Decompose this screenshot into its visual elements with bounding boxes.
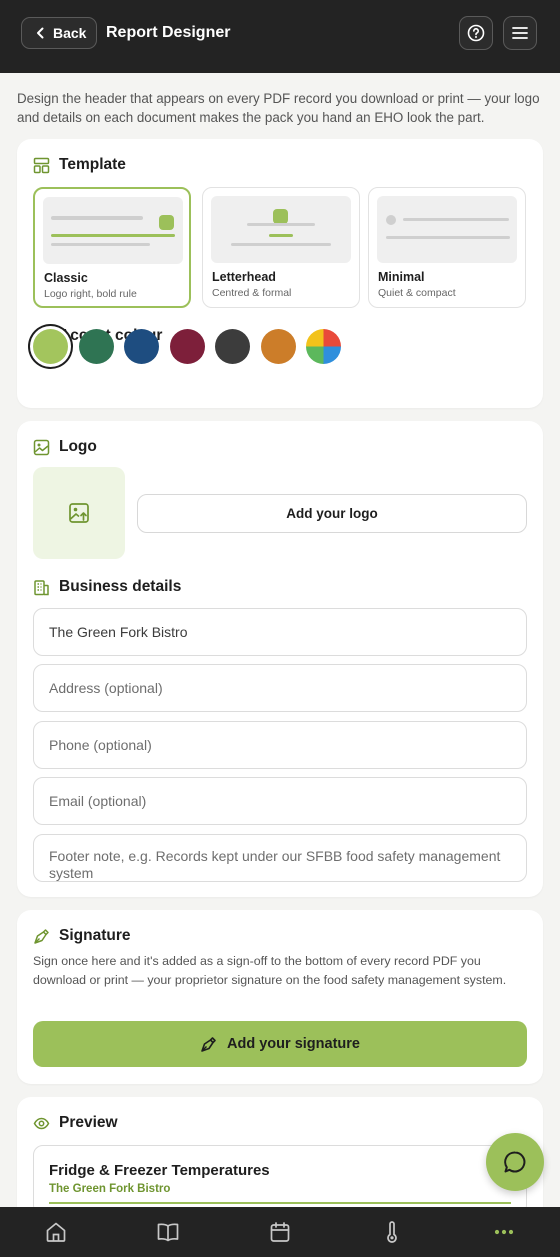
template-desc: Quiet & compact bbox=[378, 287, 456, 299]
help-button[interactable] bbox=[459, 16, 493, 50]
template-thumbnail bbox=[211, 196, 351, 263]
template-thumbnail bbox=[43, 197, 183, 264]
signature-heading-label: Signature bbox=[59, 927, 131, 944]
bottom-nav bbox=[0, 1207, 560, 1257]
page-title: Report Designer bbox=[106, 24, 231, 41]
question-circle-icon bbox=[467, 24, 485, 42]
template-name: Letterhead bbox=[212, 270, 276, 284]
template-name: Minimal bbox=[378, 270, 425, 284]
calendar-icon bbox=[270, 1222, 290, 1242]
template-desc: Centred & formal bbox=[212, 287, 292, 299]
layout-icon bbox=[33, 157, 50, 173]
back-button[interactable]: Back bbox=[21, 17, 97, 49]
building-icon bbox=[34, 579, 49, 595]
nav-more[interactable] bbox=[491, 1219, 517, 1245]
preview-heading-label: Preview bbox=[59, 1114, 118, 1131]
template-desc: Logo right, bold rule bbox=[44, 288, 137, 300]
branding-card: Logo Add your logo Business details The … bbox=[17, 421, 543, 897]
preview-heading: Preview bbox=[33, 1114, 118, 1132]
nav-home[interactable] bbox=[43, 1219, 69, 1245]
top-bar: Back Report Designer bbox=[0, 0, 560, 73]
template-option-classic[interactable]: Classic Logo right, bold rule bbox=[33, 187, 191, 308]
logo-placeholder[interactable] bbox=[33, 467, 125, 559]
swatch-burgundy[interactable] bbox=[170, 329, 205, 364]
swatch-dark-green[interactable] bbox=[79, 329, 114, 364]
intro-text: Design the header that appears on every … bbox=[17, 91, 540, 125]
swatch-orange[interactable] bbox=[261, 329, 296, 364]
chat-fab-button[interactable] bbox=[486, 1133, 544, 1191]
swatch-custom-multicolor[interactable] bbox=[306, 329, 341, 364]
template-name: Classic bbox=[44, 271, 88, 285]
business-heading: Business details bbox=[33, 578, 181, 596]
signature-card: Signature Sign once here and it's added … bbox=[17, 910, 543, 1084]
swatch-charcoal[interactable] bbox=[215, 329, 250, 364]
footer-note-input[interactable]: Footer note, e.g. Records kept under our… bbox=[33, 834, 527, 882]
logo-heading: Logo bbox=[33, 438, 97, 456]
chevron-left-icon bbox=[37, 27, 44, 39]
image-icon bbox=[33, 439, 50, 455]
menu-button[interactable] bbox=[503, 16, 537, 50]
phone-input[interactable]: Phone (optional) bbox=[33, 721, 527, 769]
add-logo-button[interactable]: Add your logo bbox=[137, 494, 527, 533]
template-card: Template Classic Logo right, bold rule L… bbox=[17, 139, 543, 408]
logo-heading-label: Logo bbox=[59, 438, 97, 455]
nav-calendar[interactable] bbox=[267, 1219, 293, 1245]
preview-accent-rule bbox=[49, 1202, 511, 1204]
book-icon bbox=[157, 1223, 179, 1242]
nav-temperatures[interactable] bbox=[379, 1219, 405, 1245]
back-label: Back bbox=[53, 25, 87, 41]
email-input[interactable]: Email (optional) bbox=[33, 777, 527, 825]
template-option-letterhead[interactable]: Letterhead Centred & formal bbox=[202, 187, 360, 308]
signature-description: Sign once here and it's added as a sign-… bbox=[33, 954, 507, 987]
hamburger-menu-icon bbox=[512, 27, 528, 39]
business-heading-label: Business details bbox=[59, 578, 182, 595]
add-signature-label: Add your signature bbox=[227, 1036, 360, 1052]
address-input[interactable]: Address (optional) bbox=[33, 664, 527, 712]
home-icon bbox=[46, 1222, 66, 1242]
eye-icon bbox=[33, 1117, 50, 1129]
preview-business-name: The Green Fork Bistro bbox=[49, 1183, 171, 1195]
template-option-minimal[interactable]: Minimal Quiet & compact bbox=[368, 187, 526, 308]
chat-bubble-icon bbox=[504, 1151, 526, 1173]
swatch-blue[interactable] bbox=[124, 329, 159, 364]
preview-doc-title: Fridge & Freezer Temperatures bbox=[49, 1162, 270, 1179]
template-heading: Template bbox=[33, 156, 126, 174]
business-name-input[interactable]: The Green Fork Bistro bbox=[33, 608, 527, 656]
nav-guides[interactable] bbox=[155, 1219, 181, 1245]
swatch-green-selected[interactable] bbox=[33, 329, 68, 364]
template-heading-label: Template bbox=[59, 156, 126, 173]
pen-nib-icon bbox=[201, 1036, 216, 1052]
signature-heading: Signature bbox=[33, 927, 130, 945]
add-signature-button[interactable]: Add your signature bbox=[33, 1021, 527, 1067]
more-dots-icon bbox=[494, 1229, 514, 1235]
template-thumbnail bbox=[377, 196, 517, 263]
pen-nib-icon bbox=[34, 928, 49, 944]
thermometer-icon bbox=[387, 1221, 397, 1243]
preview-document: Fridge & Freezer Temperatures The Green … bbox=[33, 1145, 527, 1215]
image-upload-icon bbox=[69, 503, 89, 523]
